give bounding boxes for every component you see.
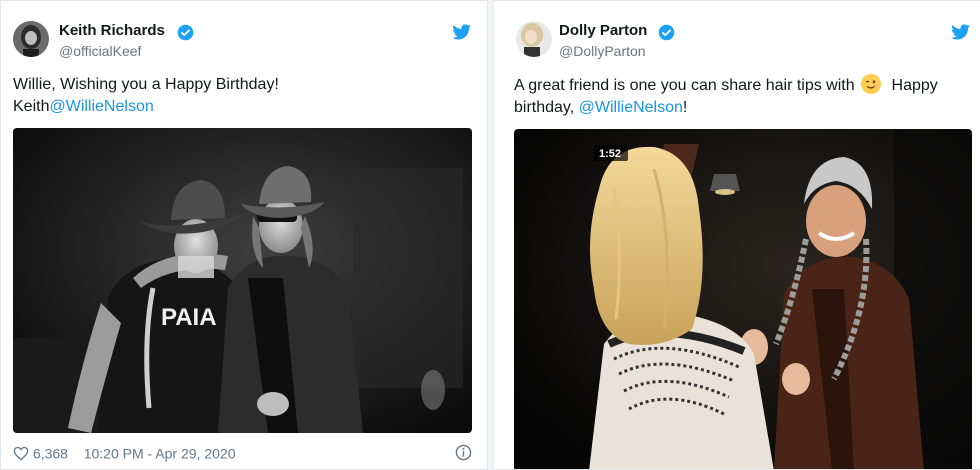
verified-badge-icon	[658, 24, 675, 41]
tweet-text-line1: A great friend is one you can share hair…	[514, 74, 969, 97]
tweet-photo[interactable]: PAIA	[13, 128, 472, 433]
tweet-text-line2: Keith@WillieNelson	[13, 96, 279, 118]
author-handle[interactable]: @DollyParton	[559, 43, 646, 59]
author-name[interactable]: Dolly Parton	[559, 22, 647, 39]
tweet-card-keith: Keith Richards @officialKeef Willie, Wis…	[0, 0, 488, 470]
avatar[interactable]	[516, 21, 552, 57]
tweet-footer: 6,368 10:20 PM - Apr 29, 2020	[13, 444, 235, 461]
avatar[interactable]	[13, 21, 49, 57]
mention-link[interactable]: @WillieNelson	[49, 98, 153, 115]
info-icon[interactable]	[455, 444, 472, 461]
heart-icon[interactable]	[13, 446, 29, 461]
shirt-text: PAIA	[161, 304, 217, 331]
mention-link[interactable]: @WillieNelson	[579, 99, 683, 116]
author-name[interactable]: Keith Richards	[59, 22, 165, 39]
verified-badge-icon	[177, 24, 194, 41]
tweet-photo[interactable]: 1:52	[514, 129, 972, 469]
tweet-text-signature: Keith	[13, 98, 50, 115]
author-handle[interactable]: @officialKeef	[59, 43, 141, 59]
twitter-bird-icon[interactable]	[951, 24, 971, 41]
tweet-text: A great friend is one you can share hair…	[514, 74, 969, 119]
winking-face-emoji	[861, 74, 882, 94]
timestamp[interactable]: 10:20 PM - Apr 29, 2020	[84, 445, 236, 461]
tweet-card-dolly: Dolly Parton @DollyParton A great friend…	[493, 0, 980, 470]
video-timer: 1:52	[599, 148, 621, 160]
like-count[interactable]: 6,368	[33, 445, 68, 461]
tweet-text: Willie, Wishing you a Happy Birthday! Ke…	[13, 74, 279, 118]
tweet-text-line2: birthday, @WillieNelson!	[514, 99, 688, 116]
tweet-text-line1: Willie, Wishing you a Happy Birthday!	[13, 76, 279, 93]
twitter-bird-icon[interactable]	[452, 24, 472, 41]
